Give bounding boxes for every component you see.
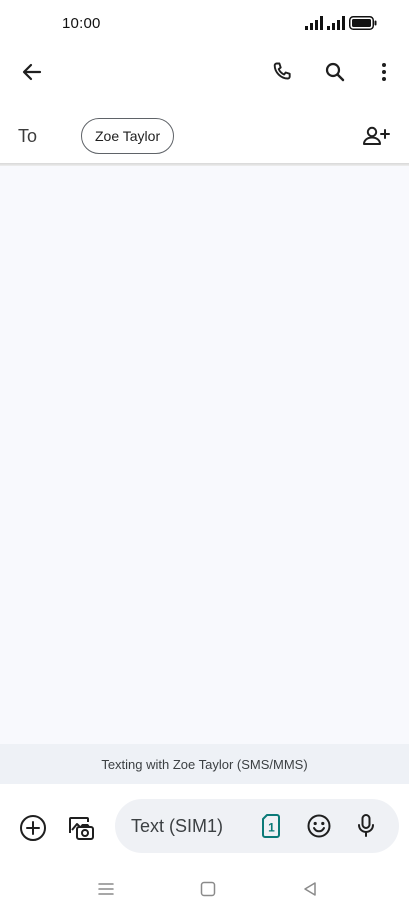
home-icon xyxy=(200,881,216,897)
attach-button[interactable] xyxy=(13,808,53,848)
person-add-icon xyxy=(363,126,390,145)
more-vert-icon xyxy=(382,63,386,81)
messages-screen: 10:00 To Zoe Taylor Texting with Zoe Tay… xyxy=(0,0,409,914)
sim-number: 1 xyxy=(268,821,275,835)
conversation-area xyxy=(0,166,409,744)
sim-card-icon: 1 xyxy=(262,814,280,838)
battery-icon xyxy=(349,16,377,30)
call-button[interactable] xyxy=(262,52,302,92)
search-icon xyxy=(325,62,345,82)
app-bar xyxy=(0,46,409,102)
voice-input-button[interactable] xyxy=(346,806,386,846)
gallery-icon xyxy=(69,817,94,840)
back-triangle-icon xyxy=(304,882,316,896)
home-button[interactable] xyxy=(193,874,223,904)
recent-apps-button[interactable] xyxy=(91,874,121,904)
signal-icon xyxy=(305,16,323,30)
emoji-button[interactable] xyxy=(299,806,339,846)
recipient-chip[interactable]: Zoe Taylor xyxy=(81,118,175,154)
search-button[interactable] xyxy=(315,52,355,92)
back-arrow-icon xyxy=(22,63,42,81)
message-field[interactable]: 1 xyxy=(115,799,399,853)
conversation-info-text: Texting with Zoe Taylor (SMS/MMS) xyxy=(101,756,308,772)
message-input[interactable] xyxy=(131,812,251,840)
recipient-row: To Zoe Taylor xyxy=(0,108,409,164)
status-bar: 10:00 xyxy=(0,0,409,46)
system-nav-bar xyxy=(0,864,409,914)
status-icons xyxy=(305,16,377,30)
emoji-icon xyxy=(307,814,331,838)
conversation-info-bar: Texting with Zoe Taylor (SMS/MMS) xyxy=(0,744,409,784)
add-recipient-button[interactable] xyxy=(356,116,396,156)
phone-icon xyxy=(273,62,291,80)
sim-selector-button[interactable]: 1 xyxy=(252,806,292,846)
gallery-camera-button[interactable] xyxy=(61,808,101,848)
system-back-button[interactable] xyxy=(295,874,325,904)
to-label: To xyxy=(18,126,38,146)
status-time: 10:00 xyxy=(62,14,101,32)
more-options-button[interactable] xyxy=(364,52,404,92)
add-circle-icon xyxy=(20,815,46,841)
back-button[interactable] xyxy=(12,52,52,92)
menu-icon xyxy=(98,883,114,895)
signal-icon xyxy=(327,16,345,30)
recipient-chip-label: Zoe Taylor xyxy=(95,128,161,144)
mic-icon xyxy=(358,814,374,837)
compose-bar: 1 xyxy=(0,784,409,864)
